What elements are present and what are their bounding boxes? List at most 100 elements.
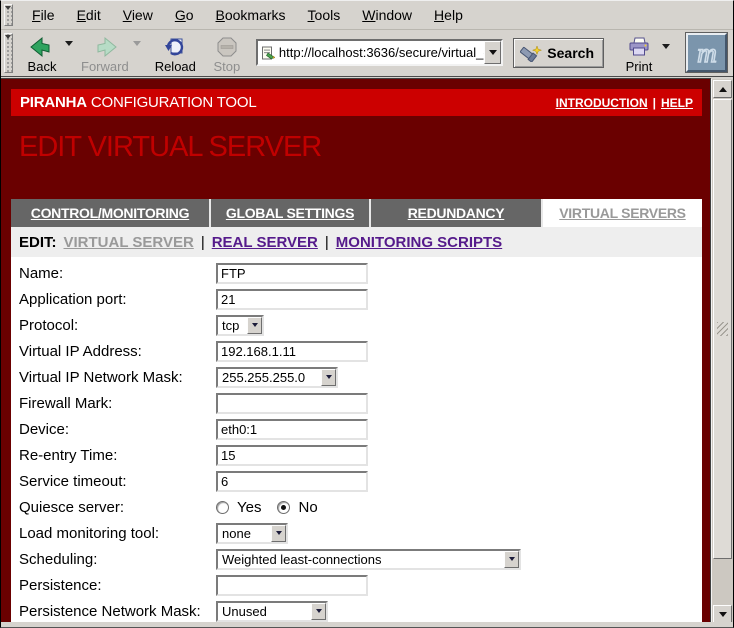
form-row-quiesce-server: Quiesce server:YesNo (11, 494, 702, 520)
label-protocol: Protocol: (19, 317, 216, 334)
toolbar-grippy-icon[interactable] (4, 4, 13, 26)
form-row-application-port: Application port: (11, 286, 702, 312)
label-load-monitoring-tool: Load monitoring tool: (19, 525, 216, 542)
brand-title: PIRANHA CONFIGURATION TOOL (20, 94, 257, 111)
subnav-monitoring-scripts[interactable]: MONITORING SCRIPTS (336, 234, 502, 251)
url-history-dropdown-icon[interactable] (484, 41, 501, 64)
radio-no[interactable] (277, 501, 290, 514)
persistence-network-mask-select[interactable]: Unused (216, 601, 328, 622)
chevron-down-icon[interactable] (271, 525, 286, 542)
svg-text:m: m (697, 38, 717, 68)
forward-icon (93, 35, 117, 59)
subnav-virtual-server[interactable]: VIRTUAL SERVER (64, 234, 194, 251)
chevron-down-icon[interactable] (311, 603, 326, 620)
menu-bar: FileEditViewGoBookmarksToolsWindowHelp (1, 1, 733, 30)
search-button[interactable]: Search (513, 38, 604, 68)
subnav-bar: EDIT: VIRTUAL SERVER|REAL SERVER|MONITOR… (11, 227, 702, 257)
print-dropdown-icon[interactable] (662, 44, 670, 53)
forward-dropdown-icon[interactable] (133, 41, 141, 50)
form-row-virtual-ip-address: Virtual IP Address: (11, 338, 702, 364)
application-port-input[interactable] (216, 289, 368, 310)
subnav-prefix: EDIT: (19, 234, 57, 251)
label-application-port: Application port: (19, 291, 216, 308)
tab-virtual-servers[interactable]: VIRTUAL SERVERS (543, 199, 702, 227)
forward-button[interactable]: Forward (79, 31, 131, 75)
form-row-name: Name: (11, 260, 702, 286)
page-icon (261, 45, 275, 61)
form-row-service-timeout: Service timeout: (11, 468, 702, 494)
tab-bar: CONTROL/MONITORINGGLOBAL SETTINGSREDUNDA… (11, 199, 702, 227)
device-input[interactable] (216, 419, 368, 440)
protocol-select[interactable]: tcp (216, 315, 264, 336)
virtual-ip-address-input[interactable] (216, 341, 368, 362)
window-bottom-frame (1, 622, 733, 627)
menu-window[interactable]: Window (351, 3, 423, 27)
brand-bold: PIRANHA (20, 94, 87, 111)
form-row-persistence-network-mask: Persistence Network Mask:Unused (11, 598, 702, 624)
scroll-down-icon[interactable] (713, 605, 732, 623)
chevron-down-icon[interactable] (247, 317, 262, 334)
menu-bookmarks[interactable]: Bookmarks (205, 3, 297, 27)
radio-yes[interactable] (216, 501, 229, 514)
menu-edit[interactable]: Edit (66, 3, 112, 27)
protocol-selected-value: tcp (222, 318, 247, 333)
print-button[interactable]: Print (618, 31, 660, 75)
radio-label-no: No (298, 499, 317, 516)
load-monitoring-tool-select[interactable]: none (216, 523, 288, 544)
navigation-toolbar: Back Forward Reload Stop (1, 30, 733, 77)
form-row-re-entry-time: Re-entry Time: (11, 442, 702, 468)
scheduling-selected-value: Weighted least-connections (222, 552, 504, 567)
service-timeout-input[interactable] (216, 471, 368, 492)
scrollbar-thumb[interactable] (713, 99, 732, 559)
menu-go[interactable]: Go (164, 3, 205, 27)
print-label: Print (626, 59, 653, 74)
label-virtual-ip-address: Virtual IP Address: (19, 343, 216, 360)
label-device: Device: (19, 421, 216, 438)
reload-button[interactable]: Reload (153, 31, 198, 75)
stop-label: Stop (214, 59, 241, 74)
label-scheduling: Scheduling: (19, 551, 216, 568)
menu-file[interactable]: File (21, 3, 66, 27)
form-row-firewall-mark: Firewall Mark: (11, 390, 702, 416)
scroll-up-icon[interactable] (713, 80, 732, 98)
introduction-link[interactable]: INTRODUCTION (556, 96, 648, 110)
form-row-scheduling: Scheduling: Weighted least-connections (11, 546, 702, 572)
quiesce-server-radio-group: YesNo (216, 499, 328, 516)
piranha-page: PIRANHA CONFIGURATION TOOL INTRODUCTION … (1, 78, 711, 624)
back-dropdown-icon[interactable] (65, 41, 73, 50)
menu-view[interactable]: View (112, 3, 164, 27)
chevron-down-icon[interactable] (321, 369, 336, 386)
back-button[interactable]: Back (21, 31, 63, 75)
menu-tools[interactable]: Tools (297, 3, 352, 27)
scheduling-select[interactable]: Weighted least-connections (216, 549, 521, 570)
browser-window: FileEditViewGoBookmarksToolsWindowHelp B… (0, 0, 734, 628)
back-icon (30, 35, 54, 59)
tab-control-monitoring[interactable]: CONTROL/MONITORING (11, 199, 211, 227)
virtual-ip-network-mask-selected-value: 255.255.255.0 (222, 370, 321, 385)
tab-redundancy[interactable]: REDUNDANCY (371, 199, 543, 227)
reload-icon (164, 35, 186, 59)
url-bar[interactable] (256, 39, 503, 66)
brand-rest: CONFIGURATION TOOL (87, 94, 257, 111)
virtual-ip-network-mask-select[interactable]: 255.255.255.0 (216, 367, 338, 388)
name-input[interactable] (216, 263, 368, 284)
subnav-real-server[interactable]: REAL SERVER (212, 234, 318, 251)
subnav-separator: | (325, 234, 329, 251)
firewall-mark-input[interactable] (216, 393, 368, 414)
menu-help[interactable]: Help (423, 3, 474, 27)
url-input[interactable] (279, 45, 484, 60)
toolbar-grippy-icon[interactable] (4, 33, 13, 73)
label-persistence: Persistence: (19, 577, 216, 594)
re-entry-time-input[interactable] (216, 445, 368, 466)
vertical-scrollbar[interactable] (711, 79, 733, 624)
mozilla-logo-icon[interactable]: m (686, 33, 727, 72)
label-service-timeout: Service timeout: (19, 473, 216, 490)
persistence-input[interactable] (216, 575, 368, 596)
piranha-banner: PIRANHA CONFIGURATION TOOL INTRODUCTION … (11, 89, 702, 116)
help-link[interactable]: HELP (661, 96, 693, 110)
tab-global-settings[interactable]: GLOBAL SETTINGS (211, 199, 371, 227)
stop-button[interactable]: Stop (206, 31, 248, 75)
label-virtual-ip-network-mask: Virtual IP Network Mask: (19, 369, 216, 386)
virtual-server-form: Name: Application port: Protocol: tcp Virtua… (11, 257, 702, 624)
chevron-down-icon[interactable] (504, 551, 519, 568)
